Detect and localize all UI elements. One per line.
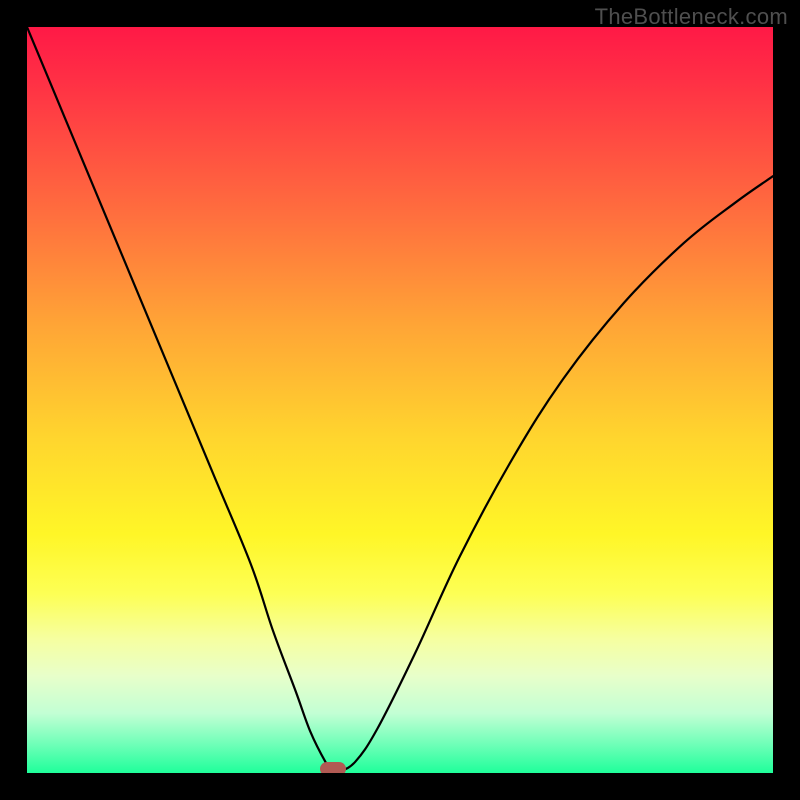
watermark-text: TheBottleneck.com <box>595 4 788 30</box>
bottleneck-curve <box>27 27 773 773</box>
curve-layer <box>27 27 773 773</box>
optimal-marker <box>320 762 346 773</box>
chart-frame: TheBottleneck.com <box>0 0 800 800</box>
plot-area <box>27 27 773 773</box>
